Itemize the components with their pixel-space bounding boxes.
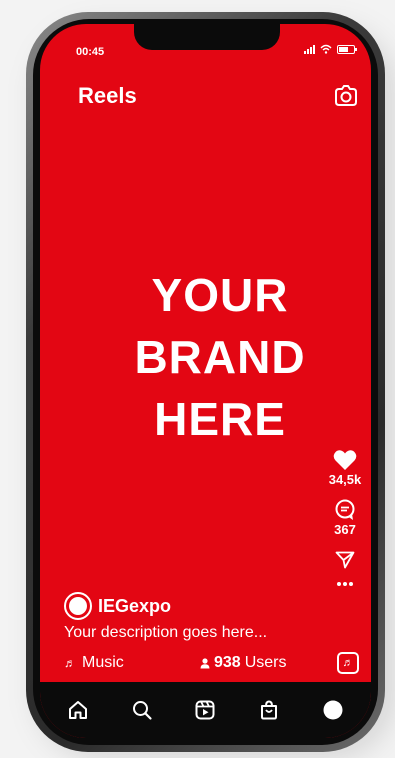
send-icon [335,551,355,569]
like-button[interactable]: 34,5k [328,449,362,487]
comment-count: 367 [334,522,356,537]
heart-icon [333,450,357,470]
music-note-icon: ♬ [64,656,76,670]
like-count: 34,5k [328,472,362,487]
signal-icon [304,44,315,54]
music-label: Music [82,654,124,671]
status-time: 00:45 [76,46,105,58]
brand-line: YOUR [151,269,289,321]
more-button[interactable] [336,581,354,587]
reels-screen: 00:45 Reels YOUR BRAND HERE 34,5k 367 IE… [40,24,371,738]
nav-home[interactable] [64,696,92,724]
users-label: Users [244,654,287,671]
more-icon [337,582,353,586]
share-button[interactable] [335,551,355,569]
status-icons [304,44,357,54]
wifi-icon [320,44,332,54]
brand-line: BRAND [134,331,306,383]
nav-search[interactable] [128,696,156,724]
nav-reels[interactable] [191,696,219,724]
post-author[interactable]: IEGexpo [64,592,171,620]
user-icon [200,657,210,668]
profile-icon [323,700,343,720]
comment-button[interactable]: 367 [334,499,356,537]
bottom-nav [40,682,371,738]
home-icon [68,701,87,719]
username[interactable]: IEGexpo [98,596,171,617]
post-description[interactable]: Your description goes here... [64,624,267,642]
nav-profile[interactable] [319,696,347,724]
music-link[interactable]: ♬ Music [64,654,124,672]
search-icon [132,701,152,720]
action-rail: 34,5k 367 [323,449,367,587]
camera-icon[interactable] [333,83,359,109]
comment-icon [335,499,355,520]
page-title: Reels [78,83,137,108]
shop-icon [261,700,278,720]
avatar[interactable] [64,592,92,620]
users-number: 938 [214,654,241,671]
nav-shop[interactable] [255,696,283,724]
music-tile-icon[interactable]: ♬ [337,652,359,674]
battery-icon [337,44,357,54]
notch [134,24,280,50]
reels-icon [195,700,215,720]
users-count: 938 Users [200,654,286,672]
brand-placeholder: YOUR BRAND HERE [110,264,330,450]
brand-line: HERE [154,393,286,445]
